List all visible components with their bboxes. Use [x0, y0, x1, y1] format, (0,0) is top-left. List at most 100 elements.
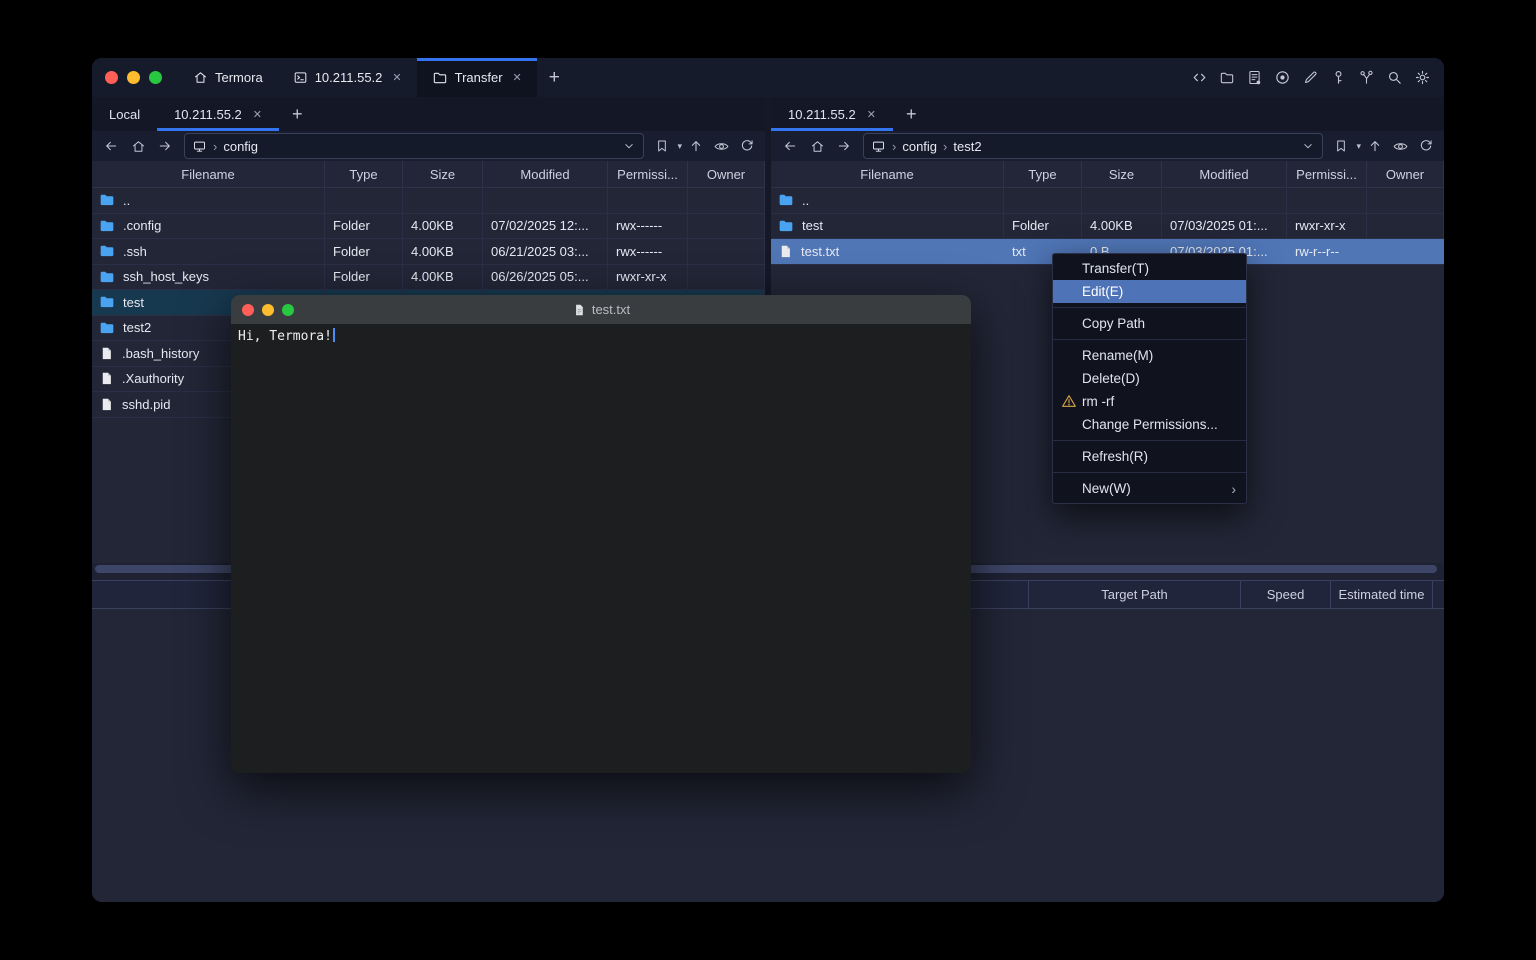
bookmark-button[interactable]: [1330, 138, 1352, 154]
column-header-type[interactable]: Type: [1004, 161, 1082, 187]
close-tab-icon[interactable]: ✕: [513, 71, 522, 84]
key-icon[interactable]: [1330, 69, 1347, 86]
record-icon[interactable]: [1274, 69, 1291, 86]
file-row[interactable]: ..: [771, 188, 1444, 214]
cell-type: Folder: [325, 239, 403, 264]
column-header-owner[interactable]: Owner: [1367, 161, 1444, 187]
breadcrumb-segment[interactable]: config: [902, 139, 937, 154]
filename-label: ssh_host_keys: [123, 269, 209, 284]
transfer-column-target-path[interactable]: Target Path: [1028, 581, 1240, 608]
cell-permissions: rwx------: [608, 214, 688, 239]
column-header-size[interactable]: Size: [1082, 161, 1162, 187]
column-header-permissi-[interactable]: Permissi...: [1287, 161, 1367, 187]
breadcrumb-segment[interactable]: test2: [953, 139, 981, 154]
zoom-window-button[interactable]: [149, 71, 162, 84]
transfer-column-speed[interactable]: Speed: [1240, 581, 1330, 608]
home-button[interactable]: [805, 139, 829, 154]
close-tab-icon[interactable]: ✕: [392, 71, 401, 84]
keychain-icon[interactable]: [1358, 69, 1375, 86]
breadcrumb[interactable]: ›config›test2: [863, 133, 1323, 159]
panel-tab-local[interactable]: Local: [92, 97, 157, 131]
menu-item-change-permissions-[interactable]: Change Permissions...: [1053, 413, 1246, 436]
caret-down-icon[interactable]: ▾: [677, 141, 682, 152]
menu-item-delete-d-[interactable]: Delete(D): [1053, 367, 1246, 390]
panel-tab-label: 10.211.55.2: [788, 107, 856, 122]
menu-item-label: Edit(E): [1082, 284, 1123, 299]
column-header-modified[interactable]: Modified: [1162, 161, 1287, 187]
transfer-column-estimated-time[interactable]: Estimated time: [1330, 581, 1432, 608]
up-directory-button[interactable]: [685, 138, 707, 154]
column-header-size[interactable]: Size: [403, 161, 483, 187]
editor-zoom-button[interactable]: [282, 304, 294, 316]
chevron-down-icon[interactable]: [622, 139, 636, 153]
menu-item-new-w-[interactable]: New(W)›: [1053, 477, 1246, 500]
back-button[interactable]: [99, 138, 123, 154]
edit-icon[interactable]: [1302, 69, 1319, 86]
column-header-filename[interactable]: Filename: [771, 161, 1004, 187]
up-directory-button[interactable]: [1364, 138, 1386, 154]
editor-content[interactable]: Hi, Termora!: [231, 324, 971, 348]
breadcrumb-segment[interactable]: config: [223, 139, 258, 154]
cell-owner: [688, 265, 765, 290]
new-tab-button[interactable]: +: [537, 58, 572, 97]
panel-tab-10-211-55-2[interactable]: 10.211.55.2✕: [157, 97, 279, 131]
menu-item-transfer-t-[interactable]: Transfer(T): [1053, 257, 1246, 280]
file-row[interactable]: ..: [92, 188, 765, 214]
menu-item-refresh-r-[interactable]: Refresh(R): [1053, 445, 1246, 468]
close-tab-icon[interactable]: ✕: [253, 108, 262, 121]
filename-label: sshd.pid: [122, 397, 170, 412]
back-button[interactable]: [778, 138, 802, 154]
file-icon: [99, 346, 114, 361]
cell-size: 4.00KB: [403, 214, 483, 239]
menu-item-rm-rf[interactable]: rm -rf: [1053, 390, 1246, 413]
new-panel-tab-button[interactable]: +: [893, 97, 930, 131]
filename-cell: .ssh: [92, 239, 325, 264]
folder-icon[interactable]: [1219, 70, 1235, 86]
cell-permissions: rw-r--r--: [1287, 239, 1367, 264]
menu-item-copy-path[interactable]: Copy Path: [1053, 312, 1246, 335]
code-icon[interactable]: [1191, 69, 1208, 86]
caret-down-icon[interactable]: ▾: [1356, 141, 1361, 152]
chevron-right-icon: ›: [213, 139, 217, 154]
transfer-column-spacer: [1432, 581, 1444, 608]
log-icon[interactable]: [1246, 69, 1263, 86]
panel-tab-10-211-55-2[interactable]: 10.211.55.2 ✕: [771, 97, 893, 131]
traffic-lights: [92, 58, 178, 97]
editor-minimize-button[interactable]: [262, 304, 274, 316]
file-row[interactable]: .sshFolder4.00KB06/21/2025 03:...rwx----…: [92, 239, 765, 265]
bookmark-button[interactable]: [651, 138, 673, 154]
minimize-window-button[interactable]: [127, 71, 140, 84]
editor-close-button[interactable]: [242, 304, 254, 316]
breadcrumb[interactable]: › config: [184, 133, 644, 159]
folder-icon: [432, 70, 448, 86]
menu-item-edit-e-[interactable]: Edit(E): [1053, 280, 1246, 303]
app-tab-label: 10.211.55.2: [315, 70, 383, 85]
search-icon[interactable]: [1386, 69, 1403, 86]
app-tab-transfer[interactable]: Transfer✕: [417, 58, 537, 97]
refresh-button[interactable]: [1415, 138, 1437, 154]
file-row[interactable]: testFolder4.00KB07/03/2025 01:...rwxr-xr…: [771, 214, 1444, 240]
show-hidden-button[interactable]: [1389, 138, 1412, 155]
column-header-permissi-[interactable]: Permissi...: [608, 161, 688, 187]
forward-button[interactable]: [832, 138, 856, 154]
forward-button[interactable]: [153, 138, 177, 154]
file-row[interactable]: .configFolder4.00KB07/02/2025 12:...rwx-…: [92, 214, 765, 240]
menu-item-rename-m-[interactable]: Rename(M): [1053, 344, 1246, 367]
settings-icon[interactable]: [1414, 69, 1431, 86]
close-window-button[interactable]: [105, 71, 118, 84]
column-header-owner[interactable]: Owner: [688, 161, 765, 187]
app-tab-termora[interactable]: Termora: [178, 58, 278, 97]
app-tab-10-211-55-2[interactable]: 10.211.55.2 ✕: [278, 58, 417, 97]
close-tab-icon[interactable]: ✕: [867, 108, 876, 121]
refresh-button[interactable]: [736, 138, 758, 154]
chevron-down-icon[interactable]: [1301, 139, 1315, 153]
new-panel-tab-button[interactable]: +: [279, 97, 316, 131]
file-row[interactable]: ssh_host_keysFolder4.00KB06/26/2025 05:.…: [92, 265, 765, 291]
column-header-modified[interactable]: Modified: [483, 161, 608, 187]
cell-size: 4.00KB: [403, 239, 483, 264]
home-button[interactable]: [126, 139, 150, 154]
column-header-type[interactable]: Type: [325, 161, 403, 187]
column-header-filename[interactable]: Filename: [92, 161, 325, 187]
show-hidden-button[interactable]: [710, 138, 733, 155]
computer-icon: [192, 139, 207, 154]
